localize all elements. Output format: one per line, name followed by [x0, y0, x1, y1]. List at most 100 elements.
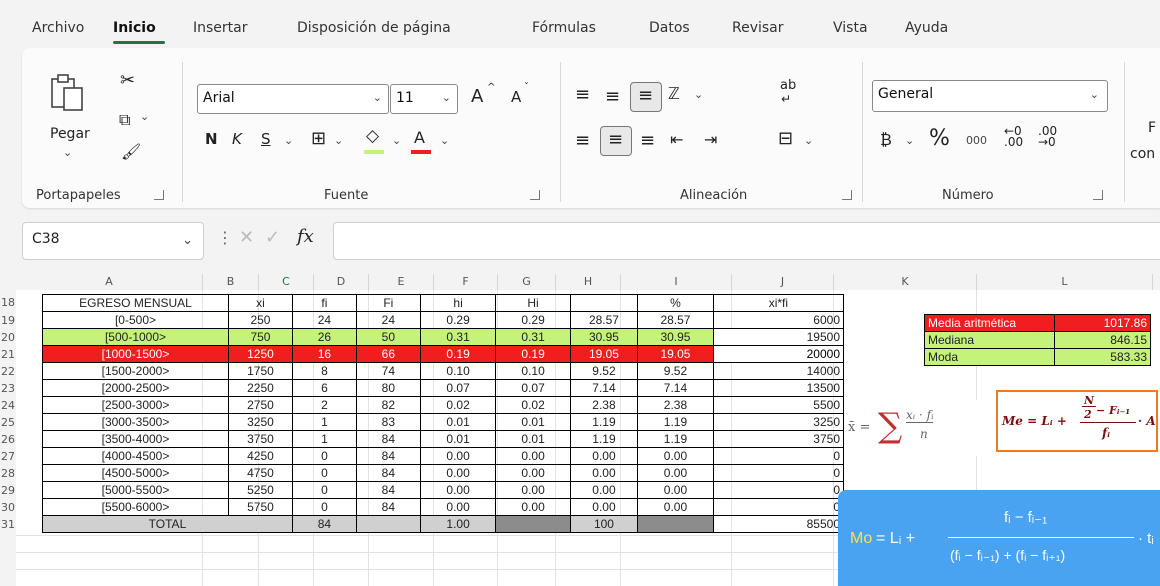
- column-header-b[interactable]: B: [203, 274, 259, 290]
- table-cell[interactable]: 0: [291, 447, 357, 465]
- number-launcher-icon[interactable]: [1093, 190, 1103, 200]
- number-format-dropdown[interactable]: General ⌄: [872, 80, 1108, 112]
- header-cell[interactable]: Fi: [355, 294, 421, 312]
- table-cell[interactable]: 30.95: [569, 328, 639, 346]
- table-cell[interactable]: 80: [355, 379, 421, 397]
- table-cell[interactable]: 0.19: [419, 345, 497, 363]
- worksheet-grid[interactable]: EGRESO MENSUAL xi fi Fi hi Hi % xi*fi [0…: [16, 290, 1160, 586]
- row-header[interactable]: 18: [0, 294, 16, 311]
- table-cell[interactable]: 0.00: [419, 447, 497, 465]
- table-cell[interactable]: 0.00: [569, 464, 639, 482]
- stats-label[interactable]: Mediana: [924, 331, 1055, 349]
- increase-indent-icon[interactable]: ⇥: [704, 130, 717, 149]
- median-formula-image[interactable]: Me = Lᵢ + N 2 − Fᵢ₋₁ fᵢ · A: [996, 390, 1158, 452]
- table-cell[interactable]: [2500-3000>: [42, 396, 229, 414]
- table-cell[interactable]: 20000: [712, 345, 845, 363]
- paste-button[interactable]: [46, 70, 96, 120]
- decrease-decimal-icon[interactable]: .00 →0: [1038, 125, 1057, 148]
- row-header[interactable]: 27: [0, 448, 16, 465]
- formula-input[interactable]: [333, 222, 1160, 260]
- table-cell[interactable]: 0: [712, 498, 845, 516]
- header-cell[interactable]: EGRESO MENSUAL: [42, 294, 229, 312]
- table-cell[interactable]: 0: [712, 447, 845, 465]
- table-cell[interactable]: [5000-5500>: [42, 481, 229, 499]
- table-cell[interactable]: [0-500>: [42, 311, 229, 329]
- underline-button[interactable]: S: [261, 130, 271, 148]
- table-cell[interactable]: 19.05: [637, 345, 714, 363]
- table-cell[interactable]: 3750: [228, 430, 293, 448]
- table-cell[interactable]: 9.52: [569, 362, 639, 380]
- table-cell[interactable]: 2250: [228, 379, 293, 397]
- cancel-icon[interactable]: ✕: [239, 227, 254, 248]
- table-cell[interactable]: [3000-3500>: [42, 413, 229, 431]
- table-cell[interactable]: 7.14: [569, 379, 639, 397]
- stats-label[interactable]: Moda: [924, 348, 1055, 366]
- align-left-icon[interactable]: ≡: [575, 130, 590, 151]
- table-cell[interactable]: 0.01: [419, 430, 497, 448]
- table-cell[interactable]: 6000: [712, 311, 845, 329]
- column-header-k[interactable]: K: [834, 274, 977, 290]
- table-cell[interactable]: 9.52: [637, 362, 714, 380]
- fill-color-chevron-icon[interactable]: ⌄: [392, 134, 401, 147]
- table-cell[interactable]: 0.00: [569, 498, 639, 516]
- column-header-j[interactable]: J: [732, 274, 834, 290]
- table-cell[interactable]: 0.07: [495, 379, 571, 397]
- row-header[interactable]: 29: [0, 482, 16, 499]
- font-color-chevron-icon[interactable]: ⌄: [440, 134, 449, 147]
- table-cell[interactable]: [5500-6000>: [42, 498, 229, 516]
- decrease-indent-icon[interactable]: ⇤: [670, 130, 683, 149]
- column-header-i[interactable]: I: [621, 274, 732, 290]
- table-cell[interactable]: 0.19: [495, 345, 571, 363]
- table-cell[interactable]: 0.00: [637, 447, 714, 465]
- align-right-icon[interactable]: ≡: [640, 130, 655, 151]
- column-header-a[interactable]: A: [16, 274, 203, 290]
- table-cell[interactable]: 0.01: [419, 413, 497, 431]
- table-cell[interactable]: 0.00: [569, 481, 639, 499]
- header-cell[interactable]: fi: [291, 294, 357, 312]
- table-cell[interactable]: 1.19: [569, 413, 639, 431]
- header-cell[interactable]: xi: [228, 294, 293, 312]
- table-cell[interactable]: [1500-2000>: [42, 362, 229, 380]
- table-cell[interactable]: 84: [355, 481, 421, 499]
- stats-value[interactable]: 1017.86: [1054, 314, 1151, 332]
- table-cell[interactable]: 50: [355, 328, 421, 346]
- stats-value[interactable]: 846.15: [1054, 331, 1151, 349]
- table-cell[interactable]: [4500-5000>: [42, 464, 229, 482]
- menu-vista[interactable]: Vista: [833, 20, 868, 36]
- header-cell[interactable]: hi: [419, 294, 497, 312]
- orientation-icon[interactable]: ℤ: [668, 84, 680, 103]
- column-header-l[interactable]: L: [977, 274, 1153, 290]
- table-cell[interactable]: 0: [291, 464, 357, 482]
- table-cell[interactable]: [1000-1500>: [42, 345, 229, 363]
- table-cell[interactable]: 2.38: [637, 396, 714, 414]
- total-cell[interactable]: 1.00: [419, 515, 497, 533]
- accounting-chevron-icon[interactable]: ⌄: [905, 134, 914, 147]
- table-cell[interactable]: 0.01: [495, 430, 571, 448]
- row-header[interactable]: 22: [0, 363, 16, 380]
- header-cell[interactable]: Hi: [495, 294, 571, 312]
- header-cell[interactable]: xi*fi: [712, 294, 845, 312]
- table-cell[interactable]: 0: [291, 498, 357, 516]
- align-top-icon[interactable]: ≡: [575, 84, 590, 105]
- table-cell[interactable]: 83: [355, 413, 421, 431]
- table-cell[interactable]: 250: [228, 311, 293, 329]
- table-cell[interactable]: 1250: [228, 345, 293, 363]
- column-header-h[interactable]: H: [556, 274, 621, 290]
- shrink-font-button[interactable]: A: [511, 88, 521, 106]
- table-cell[interactable]: 1750: [228, 362, 293, 380]
- menu-datos[interactable]: Datos: [649, 20, 690, 36]
- table-cell[interactable]: 1: [291, 413, 357, 431]
- total-cell[interactable]: 84: [291, 515, 357, 533]
- borders-icon[interactable]: ⊞: [311, 128, 326, 149]
- table-cell[interactable]: 0.02: [419, 396, 497, 414]
- table-cell[interactable]: 19.05: [569, 345, 639, 363]
- total-empty-cell[interactable]: [495, 515, 571, 533]
- select-all-corner[interactable]: [0, 274, 16, 290]
- align-bottom-button[interactable]: ≡: [630, 82, 662, 112]
- table-cell[interactable]: 0.29: [495, 311, 571, 329]
- table-cell[interactable]: 5500: [712, 396, 845, 414]
- copy-icon[interactable]: ⧉: [119, 110, 130, 130]
- column-header-d[interactable]: D: [314, 274, 369, 290]
- grow-font-button[interactable]: A: [471, 86, 483, 107]
- menu-archivo[interactable]: Archivo: [32, 20, 84, 36]
